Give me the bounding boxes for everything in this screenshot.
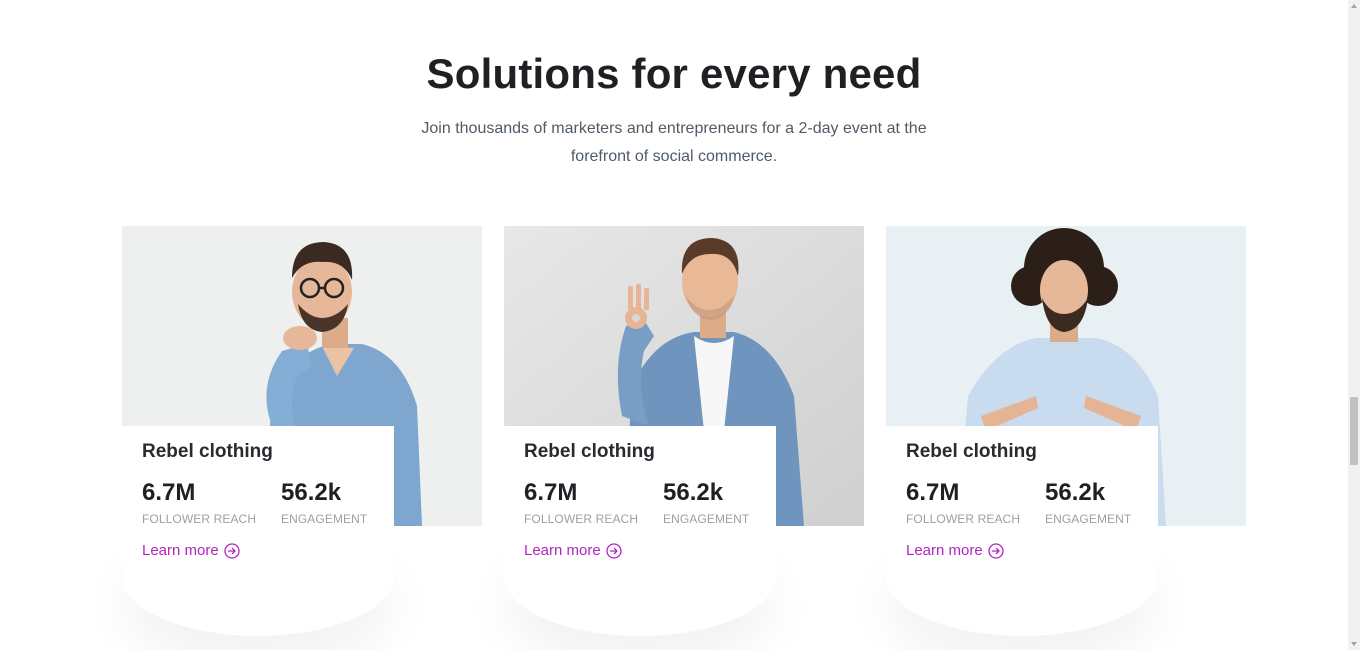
solution-card: Rebel clothing 6.7M FOLLOWER REACH 56.2k… <box>886 226 1246 596</box>
learn-more-label: Learn more <box>524 542 601 559</box>
learn-more-link[interactable]: Learn more <box>142 542 240 559</box>
learn-more-label: Learn more <box>142 542 219 559</box>
arrow-circle-right-icon <box>988 542 1004 559</box>
solution-card: Rebel clothing 6.7M FOLLOWER REACH 56.2k… <box>122 226 482 596</box>
vertical-scrollbar[interactable] <box>1348 0 1360 650</box>
scroll-down-arrow-icon[interactable] <box>1348 638 1360 650</box>
card-title: Rebel clothing <box>906 441 1037 462</box>
arrow-circle-right-icon <box>224 542 240 559</box>
stat-value: 6.7M <box>906 479 960 506</box>
stat-value: 56.2k <box>281 479 342 506</box>
stat-value: 6.7M <box>142 479 196 506</box>
page: Solutions for every need Join thousands … <box>0 0 1360 650</box>
stat-follower-reach: 6.7M FOLLOWER REACH <box>142 479 256 526</box>
card-info: Rebel clothing 6.7M FOLLOWER REACH 56.2k… <box>886 426 1158 564</box>
card-title: Rebel clothing <box>142 441 273 462</box>
stat-value: 56.2k <box>663 479 724 506</box>
stat-follower-reach: 6.7M FOLLOWER REACH <box>906 479 1020 526</box>
stat-label: ENGAGEMENT <box>663 512 750 526</box>
card-info: Rebel clothing 6.7M FOLLOWER REACH 56.2k… <box>504 426 776 564</box>
stat-label: FOLLOWER REACH <box>524 512 639 526</box>
stat-follower-reach: 6.7M FOLLOWER REACH <box>524 479 638 526</box>
section-subtitle: Join thousands of marketers and entrepre… <box>421 120 927 165</box>
scroll-up-arrow-icon[interactable] <box>1348 0 1360 12</box>
stat-engagement: 56.2k ENGAGEMENT <box>281 479 367 526</box>
card-info: Rebel clothing 6.7M FOLLOWER REACH 56.2k… <box>122 426 394 564</box>
arrow-circle-right-icon <box>606 542 622 559</box>
solution-card: Rebel clothing 6.7M FOLLOWER REACH 56.2k… <box>504 226 864 596</box>
stat-label: FOLLOWER REACH <box>906 512 1021 526</box>
scrollbar-thumb[interactable] <box>1350 397 1358 465</box>
stat-engagement: 56.2k ENGAGEMENT <box>1045 479 1131 526</box>
stat-label: FOLLOWER REACH <box>142 512 257 526</box>
stat-label: ENGAGEMENT <box>1045 512 1132 526</box>
learn-more-link[interactable]: Learn more <box>906 542 1004 559</box>
section-title: Solutions for every need <box>426 50 922 97</box>
stat-value: 6.7M <box>524 479 578 506</box>
learn-more-link[interactable]: Learn more <box>524 542 622 559</box>
stat-label: ENGAGEMENT <box>281 512 368 526</box>
stat-value: 56.2k <box>1045 479 1106 506</box>
learn-more-label: Learn more <box>906 542 983 559</box>
stat-engagement: 56.2k ENGAGEMENT <box>663 479 749 526</box>
card-title: Rebel clothing <box>524 441 655 462</box>
